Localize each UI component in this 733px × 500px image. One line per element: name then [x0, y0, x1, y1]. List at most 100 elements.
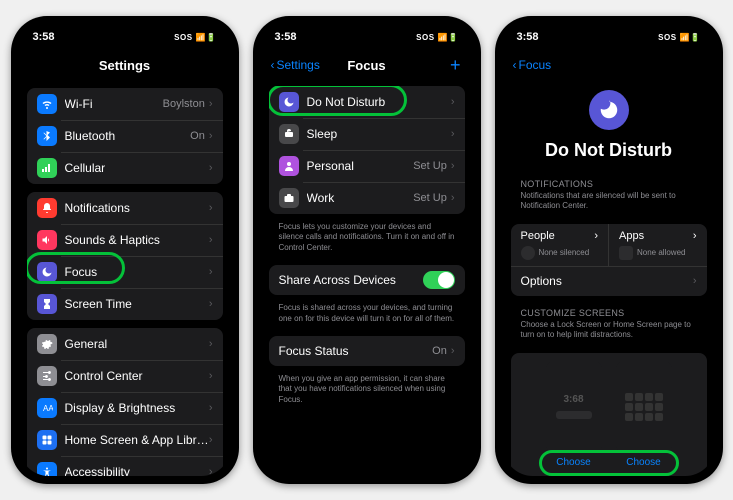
- net-row[interactable]: Wi-FiBoylston ›: [27, 88, 223, 120]
- screen-dnd: 3:58 SOS📶🔋 ‹ Focus Do Not Disturb NOTIFI…: [503, 24, 715, 476]
- group-status: Focus Status On ›: [269, 336, 465, 366]
- avatar-placeholder: [521, 246, 535, 260]
- svg-text:AA: AA: [43, 404, 53, 413]
- navbar-settings: Settings: [19, 50, 231, 80]
- screen-settings: 3:58 SOS📶🔋 Settings Wi-FiBoylston›Blueto…: [19, 24, 231, 476]
- choose-button[interactable]: Choose: [626, 457, 660, 468]
- moon-icon: [37, 262, 57, 282]
- row-label: Display & Brightness: [65, 401, 209, 415]
- not-row[interactable]: Focus›: [27, 256, 223, 288]
- group-people-apps: People› None silenced Apps› None allowed…: [511, 224, 707, 296]
- row-label: Cellular: [65, 161, 209, 175]
- chevron-right-icon: ›: [209, 466, 213, 476]
- page-title: Settings: [99, 58, 150, 73]
- row-value: Set Up: [413, 192, 447, 204]
- chevron-right-icon: ›: [209, 162, 213, 174]
- row-value: Boylston: [163, 98, 205, 110]
- notch: [559, 16, 659, 36]
- custom-sub: Choose a Lock Screen or Home Screen page…: [511, 320, 707, 347]
- gen-row[interactable]: Accessibility›: [27, 456, 223, 476]
- chevron-right-icon: ›: [209, 130, 213, 142]
- row-label: Wi-Fi: [65, 97, 163, 111]
- group-previews: 3:68 Choose Choose: [511, 353, 707, 476]
- group-modes: Do Not Disturb›Sleep›PersonalSet Up›Work…: [269, 86, 465, 214]
- row-label: Accessibility: [65, 465, 209, 476]
- mode-row[interactable]: Sleep›: [269, 118, 465, 150]
- wifi-icon: [37, 94, 57, 114]
- mode-row[interactable]: WorkSet Up ›: [269, 182, 465, 214]
- chevron-right-icon: ›: [451, 128, 455, 140]
- chevron-right-icon: ›: [451, 192, 455, 204]
- row-label: Do Not Disturb: [307, 95, 451, 109]
- bt-icon: [37, 126, 57, 146]
- not-row[interactable]: Sounds & Haptics›: [27, 224, 223, 256]
- modes-footer: Focus lets you customize your devices an…: [269, 220, 465, 259]
- chevron-right-icon: ›: [693, 230, 697, 242]
- chevron-right-icon: ›: [451, 345, 455, 357]
- dnd-title: Do Not Disturb: [511, 140, 707, 161]
- settings-content[interactable]: Wi-FiBoylston›BluetoothOn›Cellular› Noti…: [19, 80, 231, 476]
- status-row[interactable]: Focus Status On ›: [269, 336, 465, 366]
- phone-focus: 3:58 SOS📶🔋 ‹ Settings Focus + Do Not Dis…: [253, 16, 481, 484]
- notch: [75, 16, 175, 36]
- gen-row[interactable]: General›: [27, 328, 223, 360]
- net-row[interactable]: BluetoothOn›: [27, 120, 223, 152]
- app-placeholder: [619, 246, 633, 260]
- chevron-right-icon: ›: [209, 266, 213, 278]
- chevron-right-icon: ›: [594, 230, 598, 242]
- gen-row[interactable]: Control Center›: [27, 360, 223, 392]
- people-cell[interactable]: People› None silenced: [511, 224, 609, 266]
- chevron-right-icon: ›: [209, 98, 213, 110]
- not-row[interactable]: Screen Time›: [27, 288, 223, 320]
- add-button[interactable]: +: [450, 55, 461, 76]
- share-row[interactable]: Share Across Devices: [269, 265, 465, 295]
- row-label: Sounds & Haptics: [65, 233, 209, 247]
- notch: [317, 16, 417, 36]
- lockscreen-preview[interactable]: 3:68 Choose: [544, 361, 604, 468]
- moon-icon: [279, 92, 299, 112]
- choose-button[interactable]: Choose: [556, 457, 590, 468]
- row-label: Screen Time: [65, 297, 209, 311]
- disp-icon: AA: [37, 398, 57, 418]
- not-row[interactable]: Notifications›: [27, 192, 223, 224]
- chevron-right-icon: ›: [209, 298, 213, 310]
- gear-icon: [37, 334, 57, 354]
- mode-row[interactable]: PersonalSet Up›: [269, 150, 465, 182]
- screen-focus: 3:58 SOS📶🔋 ‹ Settings Focus + Do Not Dis…: [261, 24, 473, 476]
- notif-header: NOTIFICATIONS: [511, 173, 707, 191]
- bell-icon: [37, 198, 57, 218]
- share-toggle[interactable]: [423, 271, 455, 289]
- chevron-right-icon: ›: [209, 234, 213, 246]
- group-network: Wi-FiBoylston›BluetoothOn›Cellular›: [27, 88, 223, 184]
- sleep-icon: [279, 124, 299, 144]
- navbar-focus: ‹ Settings Focus +: [261, 50, 473, 80]
- focus-content[interactable]: Do Not Disturb›Sleep›PersonalSet Up›Work…: [261, 80, 473, 476]
- dnd-hero: Do Not Disturb: [511, 70, 707, 173]
- row-label: Bluetooth: [65, 129, 191, 143]
- mode-row[interactable]: Do Not Disturb›: [269, 86, 465, 118]
- share-footer: Focus is shared across your devices, and…: [269, 301, 465, 330]
- dnd-content[interactable]: Do Not Disturb NOTIFICATIONS Notificatio…: [503, 70, 715, 476]
- cell-icon: [37, 158, 57, 178]
- options-row[interactable]: Options ›: [511, 266, 707, 296]
- gen-row[interactable]: Home Screen & App Library›: [27, 424, 223, 456]
- apps-cell[interactable]: Apps› None allowed: [608, 224, 707, 266]
- page-title: Focus: [347, 58, 385, 73]
- phone-dnd: 3:58 SOS📶🔋 ‹ Focus Do Not Disturb NOTIFI…: [495, 16, 723, 484]
- row-value: Set Up: [413, 160, 447, 172]
- moon-icon: [589, 90, 629, 130]
- gen-row[interactable]: AADisplay & Brightness›: [27, 392, 223, 424]
- group-general: General›Control Center›AADisplay & Brigh…: [27, 328, 223, 476]
- sound-icon: [37, 230, 57, 250]
- net-row[interactable]: Cellular›: [27, 152, 223, 184]
- status-time: 3:58: [275, 31, 297, 43]
- hour-icon: [37, 294, 57, 314]
- row-label: Control Center: [65, 369, 209, 383]
- homescreen-preview[interactable]: Choose: [614, 361, 674, 468]
- row-label: Work: [307, 191, 414, 205]
- row-label: Sleep: [307, 127, 451, 141]
- chevron-right-icon: ›: [209, 338, 213, 350]
- status-footer: When you give an app permission, it can …: [269, 372, 465, 411]
- back-button[interactable]: ‹ Settings: [271, 58, 320, 72]
- status-time: 3:58: [517, 31, 539, 43]
